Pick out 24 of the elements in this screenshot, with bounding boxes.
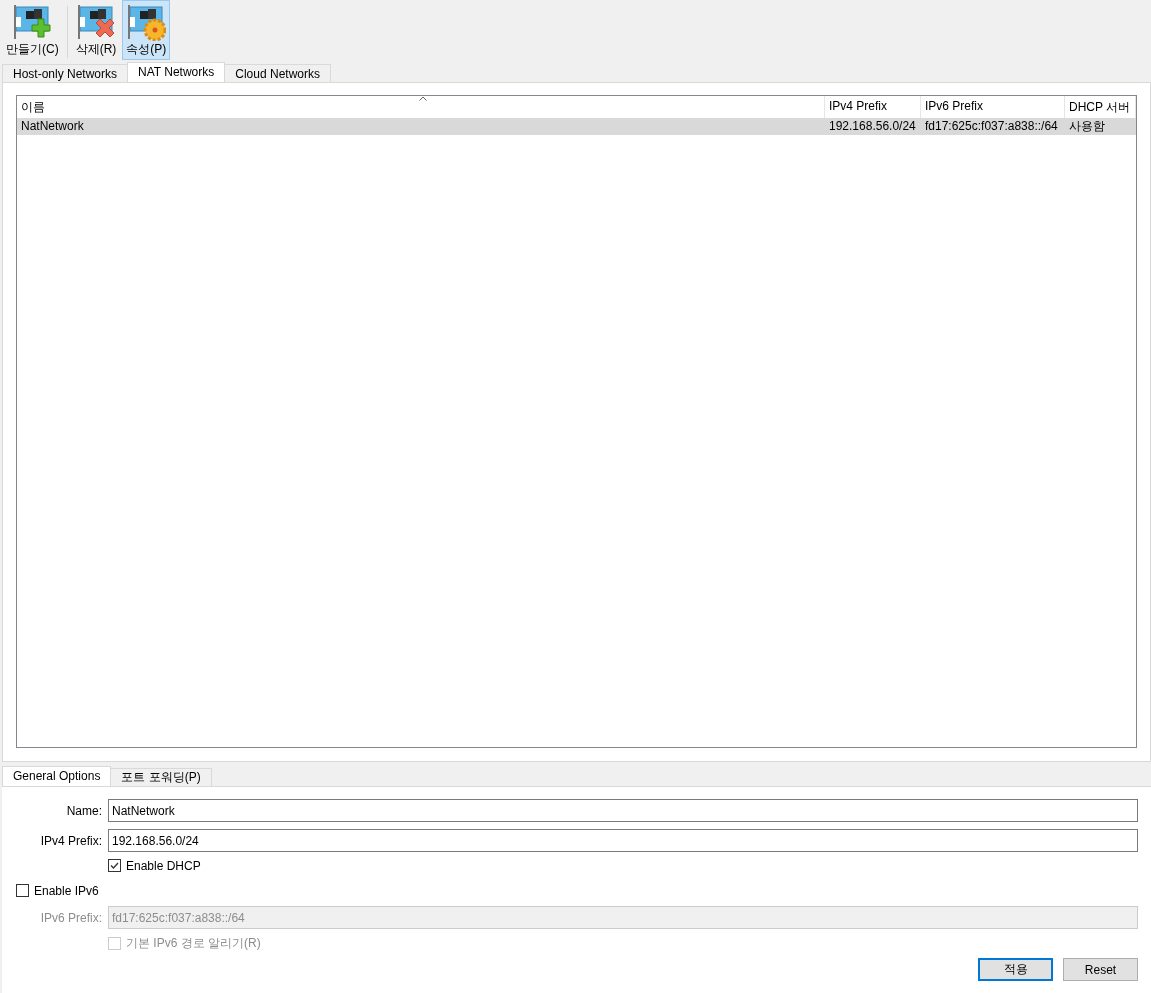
toolbar-button[interactable]: 삭제(R) xyxy=(71,0,121,60)
checkbox-label: Enable DHCP xyxy=(126,858,201,873)
tab[interactable]: NAT Networks xyxy=(127,62,226,82)
tab[interactable]: Host-only Networks xyxy=(2,64,129,82)
checkbox-label: 기본 IPv6 경로 알리기(R) xyxy=(126,935,261,952)
table-row[interactable]: NatNetwork 192.168.56.0/24 fd17:625c:f037:a838::/64 사용함 xyxy=(17,118,1136,135)
toolbar-button[interactable]: 만들기(C) xyxy=(2,0,63,60)
tab[interactable]: Cloud Networks xyxy=(224,64,331,82)
network-card-cross-icon xyxy=(76,3,116,41)
field-label: IPv4 Prefix: xyxy=(39,833,103,848)
name-field[interactable]: NatNetwork xyxy=(108,799,1138,822)
network-card-gear-icon xyxy=(126,3,167,41)
checkbox[interactable] xyxy=(16,884,29,897)
tab[interactable]: General Options xyxy=(2,766,112,786)
field-label: IPv6 Prefix: xyxy=(39,910,103,925)
checkbox[interactable] xyxy=(108,859,121,872)
dialog-button[interactable]: Reset xyxy=(1063,958,1138,981)
network-card-plus-icon xyxy=(12,3,53,41)
ipv4-prefix-field[interactable]: 192.168.56.0/24 xyxy=(108,829,1138,852)
tab[interactable]: 포트 포워딩(P) xyxy=(110,768,212,786)
checkbox-label: Enable IPv6 xyxy=(34,883,99,898)
dialog-button[interactable]: 적용 xyxy=(978,958,1053,981)
field-label: Name: xyxy=(65,803,103,818)
toolbar-button[interactable]: 속성(P) xyxy=(122,0,171,60)
